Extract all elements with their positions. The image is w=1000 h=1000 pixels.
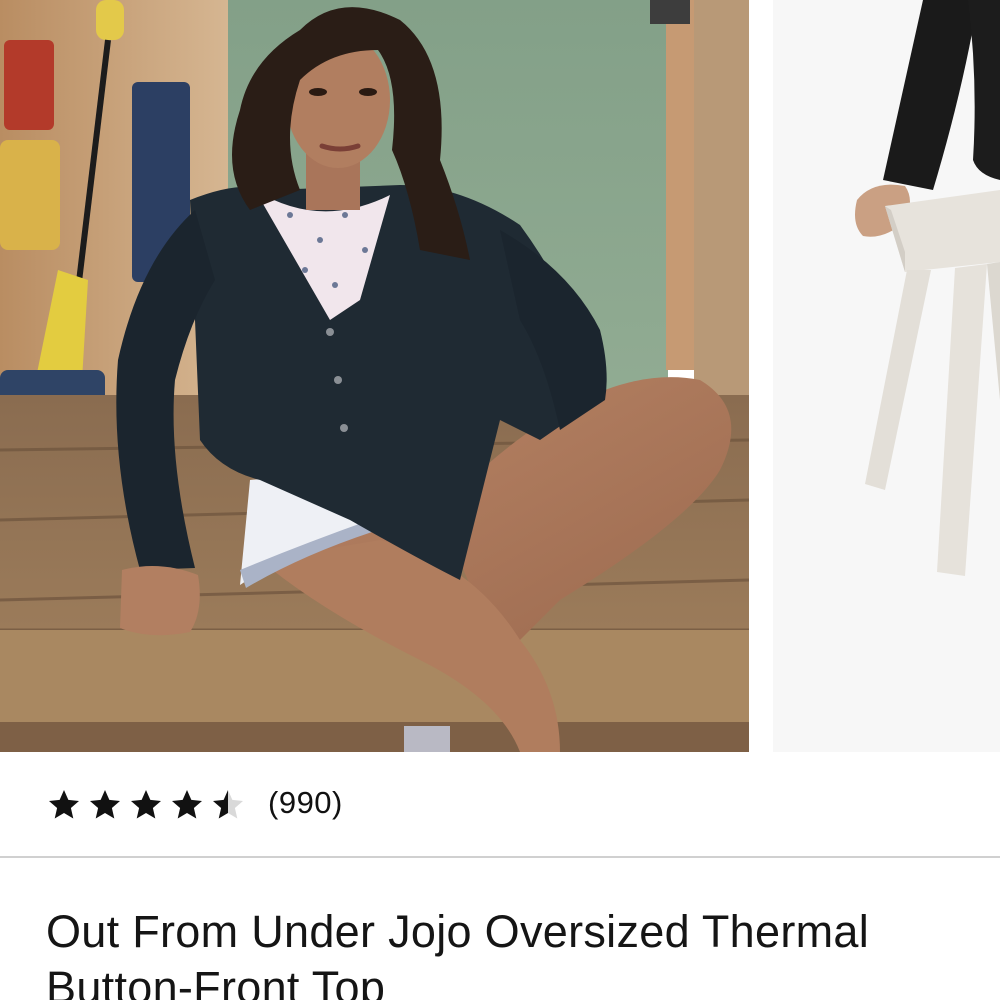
- product-page: (990) Out From Under Jojo Oversized Ther…: [0, 0, 1000, 1000]
- rating-row[interactable]: (990): [0, 752, 1000, 856]
- section-divider: [0, 856, 1000, 858]
- star-half-icon: [213, 790, 243, 819]
- review-count-link[interactable]: (990): [268, 785, 343, 821]
- star-full-icon: [90, 790, 120, 819]
- product-image-gallery[interactable]: [0, 0, 1000, 752]
- star-rating: [44, 787, 248, 823]
- product-photo-next[interactable]: [773, 0, 1000, 752]
- product-photo-next-image: [773, 0, 1000, 752]
- product-title: Out From Under Jojo Oversized Thermal Bu…: [46, 906, 870, 1000]
- product-photo-main[interactable]: [0, 0, 749, 752]
- star-full-icon: [172, 790, 202, 819]
- star-full-icon: [49, 790, 79, 819]
- product-photo-main-image: [0, 0, 749, 752]
- star-full-icon: [131, 790, 161, 819]
